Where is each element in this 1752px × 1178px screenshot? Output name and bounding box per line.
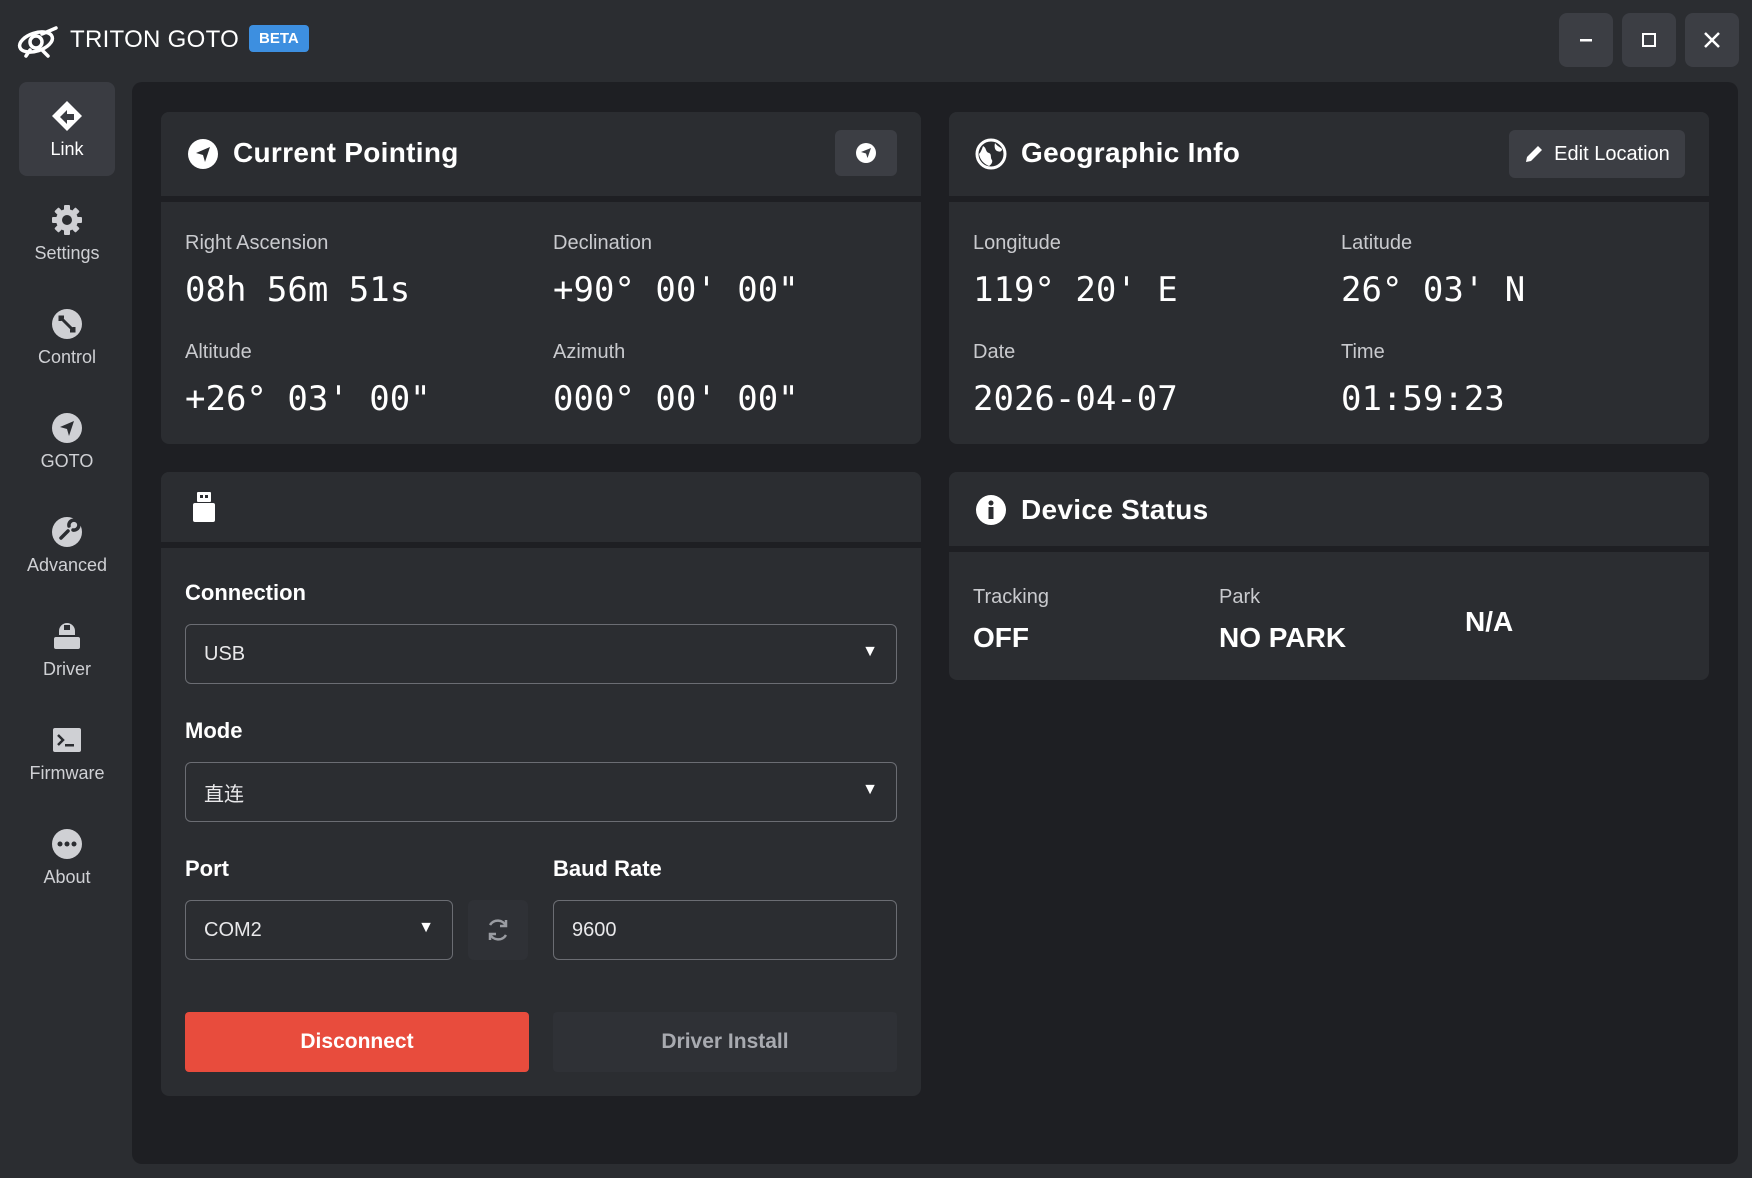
- link-icon: [52, 100, 82, 131]
- connection-card: Connection USB ▼ Mode 直连 ▼ Port COM2 ▼ B…: [161, 472, 921, 1096]
- date-label: Date: [973, 341, 1016, 363]
- minimize-button[interactable]: [1559, 13, 1613, 67]
- navigation-icon: [52, 412, 82, 443]
- status-extra-value: N/A: [1465, 606, 1514, 637]
- edit-location-label: Edit Location: [1554, 142, 1670, 165]
- sidebar-item-advanced[interactable]: Advanced: [19, 498, 115, 592]
- latitude-label: Latitude: [1341, 232, 1413, 254]
- sidebar-item-label: About: [43, 866, 91, 887]
- minimize-icon: [1580, 39, 1592, 42]
- app-logo-icon: [17, 26, 58, 58]
- tracking-label: Tracking: [973, 586, 1049, 608]
- ra-value: 08h 56m 51s: [185, 270, 411, 310]
- gear-icon: [52, 204, 82, 235]
- connection-value: USB: [204, 642, 246, 665]
- refresh-ports-button[interactable]: [468, 900, 528, 960]
- mode-value: 直连: [204, 783, 244, 806]
- usb-drive-icon: [54, 622, 80, 649]
- app-title: TRITON GOTO: [70, 26, 240, 53]
- sidebar-item-label: Link: [50, 138, 84, 159]
- control-icon: [52, 308, 82, 339]
- maximize-icon: [1642, 33, 1656, 47]
- time-value: 01:59:23: [1341, 379, 1505, 419]
- maximize-button[interactable]: [1622, 13, 1676, 67]
- card-title: Device Status: [1021, 494, 1209, 525]
- ra-label: Right Ascension: [185, 232, 329, 254]
- card-header: Geographic Info Edit Location: [949, 112, 1709, 202]
- sidebar-item-label: Control: [37, 346, 97, 367]
- sidebar-item-driver[interactable]: Driver: [19, 602, 115, 696]
- alt-label: Altitude: [185, 341, 252, 363]
- sidebar-item-label: Driver: [43, 658, 91, 679]
- az-label: Azimuth: [553, 341, 626, 363]
- card-title: Geographic Info: [1021, 137, 1241, 168]
- date-value: 2026-04-07: [973, 379, 1178, 419]
- sidebar-item-settings[interactable]: Settings: [19, 186, 115, 280]
- connection-select[interactable]: USB ▼: [185, 624, 897, 684]
- navigation-icon: [856, 143, 876, 163]
- disconnect-button[interactable]: Disconnect: [185, 1012, 529, 1072]
- park-label: Park: [1219, 586, 1261, 608]
- pencil-icon: [1526, 146, 1543, 162]
- dec-label: Declination: [553, 232, 652, 254]
- sidebar-item-firmware[interactable]: Firmware: [19, 706, 115, 800]
- caret-down-icon: ▼: [862, 781, 878, 798]
- time-label: Time: [1341, 341, 1385, 363]
- card-header: Current Pointing: [161, 112, 921, 202]
- card-title: Current Pointing: [233, 137, 459, 168]
- connection-label: Connection: [185, 580, 306, 605]
- wrench-icon: [52, 516, 82, 547]
- terminal-icon: [53, 727, 81, 752]
- latitude-value: 26° 03' N: [1341, 270, 1526, 310]
- driver-install-button[interactable]: Driver Install: [553, 1012, 897, 1072]
- sidebar-item-label: GOTO: [40, 450, 94, 471]
- mode-select[interactable]: 直连 ▼: [185, 762, 897, 822]
- usb-drive-icon: [193, 492, 215, 522]
- sidebar-item-about[interactable]: About: [19, 810, 115, 904]
- sidebar-item-control[interactable]: Control: [19, 290, 115, 384]
- globe-icon: [975, 138, 1007, 170]
- device-status-card: Device Status Tracking OFF Park NO PARK …: [949, 472, 1709, 680]
- sidebar-item-label: Advanced: [26, 554, 108, 575]
- caret-down-icon: ▼: [862, 643, 878, 660]
- close-icon: [1704, 32, 1720, 48]
- card-header: [161, 472, 921, 548]
- info-icon: [976, 495, 1006, 525]
- port-label: Port: [185, 856, 229, 881]
- baud-rate-input[interactable]: 9600: [553, 900, 897, 960]
- title-bar: TRITON GOTO BETA: [0, 0, 1752, 82]
- close-button[interactable]: [1685, 13, 1739, 67]
- park-value: NO PARK: [1219, 622, 1347, 653]
- longitude-label: Longitude: [973, 232, 1061, 254]
- mode-label: Mode: [185, 718, 243, 743]
- tracking-value: OFF: [973, 622, 1029, 653]
- beta-badge: BETA: [249, 25, 309, 52]
- main-panel: Current Pointing Right Ascension 08h 56m…: [132, 82, 1738, 1164]
- card-header: Device Status: [949, 472, 1709, 552]
- sidebar-item-label: Settings: [34, 242, 100, 263]
- geographic-info-card: Geographic Info Edit Location Longitude …: [949, 112, 1709, 444]
- baud-rate-label: Baud Rate: [553, 856, 662, 881]
- sidebar-item-label: Firmware: [29, 762, 105, 783]
- locate-button[interactable]: [835, 130, 897, 176]
- baud-rate-value: 9600: [572, 918, 617, 941]
- az-value: 000° 00' 00": [553, 379, 799, 419]
- dec-value: +90° 00' 00": [553, 270, 799, 310]
- port-select[interactable]: COM2 ▼: [185, 900, 453, 960]
- caret-down-icon: ▼: [418, 919, 434, 936]
- sidebar-item-link[interactable]: Link: [19, 82, 115, 176]
- current-pointing-card: Current Pointing Right Ascension 08h 56m…: [161, 112, 921, 444]
- longitude-value: 119° 20' E: [973, 270, 1178, 310]
- navigation-icon: [188, 139, 218, 169]
- more-icon: [52, 828, 82, 859]
- sidebar-item-goto[interactable]: GOTO: [19, 394, 115, 488]
- edit-location-button[interactable]: Edit Location: [1509, 130, 1685, 178]
- alt-value: +26° 03' 00": [185, 379, 431, 419]
- sidebar: Link Settings Control GOTO Advanced Driv…: [0, 82, 132, 1178]
- port-value: COM2: [204, 918, 262, 941]
- refresh-icon: [488, 919, 508, 941]
